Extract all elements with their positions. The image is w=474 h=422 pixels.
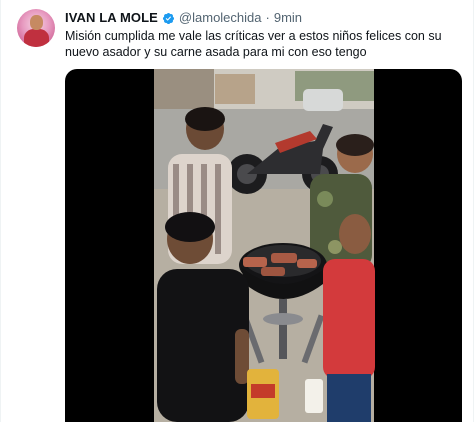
tweet-text: Misión cumplida me vale las críticas ver… [65,29,442,59]
header-separator: · [265,10,270,25]
video-frame [154,69,375,422]
tweet-video[interactable] [65,69,462,422]
tweet-card[interactable]: IVAN LA MOLE @lamolechida · 9min Misión … [0,0,474,422]
author-name[interactable]: IVAN LA MOLE [65,10,158,26]
author-avatar[interactable] [17,9,55,47]
verified-icon [162,12,175,25]
tweet-timestamp[interactable]: 9min [274,10,302,26]
tweet-header: IVAN LA MOLE @lamolechida · 9min [65,10,302,26]
author-handle[interactable]: @lamolechida [179,10,262,26]
